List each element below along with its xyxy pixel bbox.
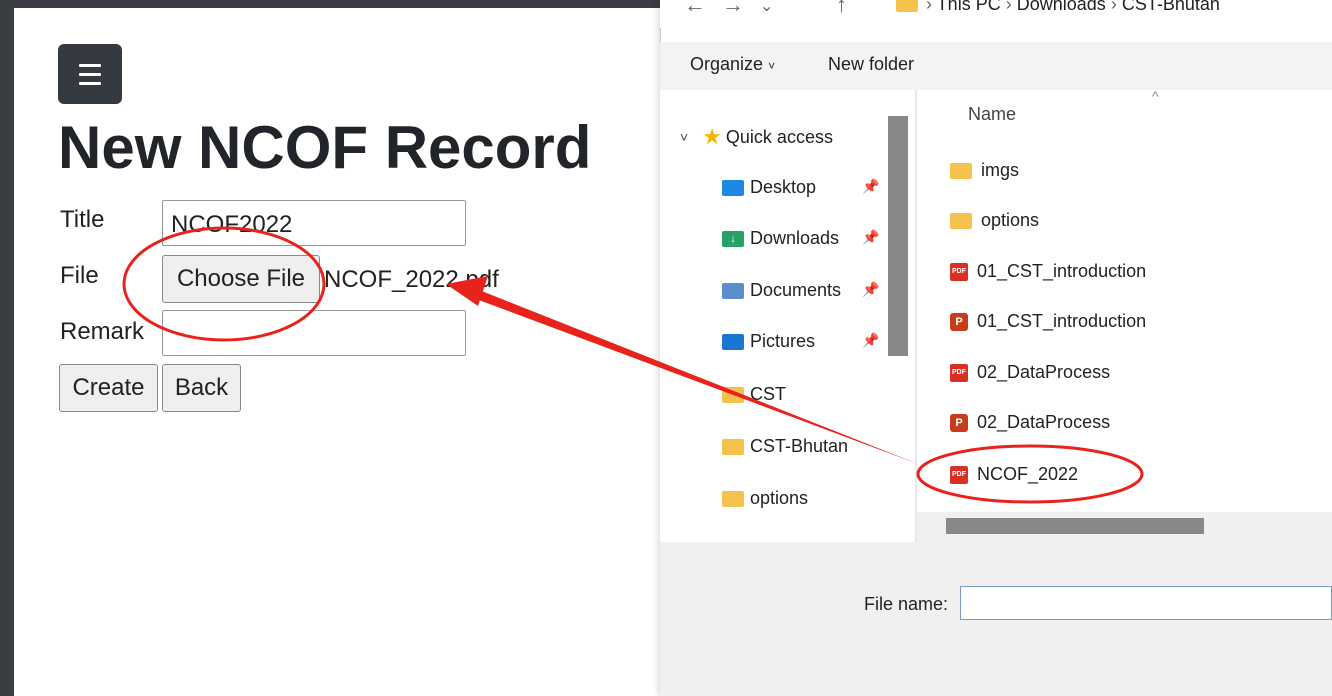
folder-icon: [722, 438, 744, 455]
nav-label: CST: [750, 384, 786, 404]
title-input[interactable]: NCOF2022: [162, 200, 466, 246]
breadcrumb: › This PC › Downloads › CST-Bhutan: [896, 0, 1220, 15]
pin-icon: 📌: [862, 229, 880, 245]
breadcrumb-item[interactable]: CST-Bhutan: [1122, 0, 1220, 14]
menu-toggle-button[interactable]: [58, 44, 122, 104]
pdf-icon: PDF: [950, 363, 968, 382]
navigation-pane: [660, 90, 915, 542]
nav-label: Documents: [750, 280, 842, 300]
pictures-icon: [722, 333, 744, 350]
documents-icon: [722, 282, 744, 299]
file-item[interactable]: PDF 01_CST_introduction: [950, 261, 1146, 282]
hamburger-icon: [79, 61, 101, 88]
folder-icon: [722, 490, 744, 507]
desktop-icon: [722, 179, 744, 196]
file-item-label: options: [981, 210, 1040, 230]
file-name-label: File name:: [864, 594, 949, 614]
column-header-name[interactable]: Name: [968, 104, 1016, 125]
breadcrumb-item[interactable]: This PC: [937, 0, 1001, 14]
organize-menu[interactable]: Organize ˅: [690, 54, 775, 75]
file-item[interactable]: PDF 02_DataProcess: [950, 362, 1110, 383]
back-arrow-icon[interactable]: ←: [684, 0, 706, 18]
forward-arrow-icon[interactable]: →: [722, 0, 744, 18]
file-item-ncof[interactable]: PDF NCOF_2022: [950, 464, 1078, 485]
choose-file-button[interactable]: Choose File: [162, 255, 320, 303]
file-item[interactable]: options: [950, 210, 1039, 231]
expand-chevron-icon: ˅: [680, 129, 689, 145]
file-item-label: NCOF_2022: [977, 464, 1079, 484]
nav-item-documents[interactable]: Documents: [722, 280, 841, 301]
navigation-scrollbar[interactable]: [888, 116, 908, 356]
file-item-label: imgs: [981, 160, 1020, 180]
powerpoint-icon: P: [950, 312, 968, 331]
remark-input[interactable]: [162, 310, 466, 356]
file-item-label: 02_DataProcess: [977, 362, 1111, 382]
nav-quick-access[interactable]: ˅ ★ Quick access: [680, 124, 833, 150]
nav-label: CST-Bhutan: [750, 436, 849, 456]
up-arrow-icon[interactable]: ↑: [836, 0, 847, 18]
downloads-icon: ↓: [722, 230, 744, 247]
nav-item-cst[interactable]: CST: [722, 384, 786, 405]
nav-label: Downloads: [750, 228, 840, 248]
nav-label: Pictures: [750, 331, 816, 351]
pdf-icon: PDF: [950, 262, 968, 281]
sort-caret-icon: ^: [1152, 88, 1159, 104]
breadcrumb-item[interactable]: Downloads: [1017, 0, 1106, 14]
left-border: [0, 0, 14, 696]
back-button[interactable]: Back: [162, 364, 241, 412]
file-item[interactable]: P 01_CST_introduction: [950, 311, 1146, 332]
horizontal-scroll-thumb[interactable]: [946, 518, 1204, 534]
file-item-label: 02_DataProcess: [977, 412, 1111, 432]
folder-icon: [722, 386, 744, 403]
new-folder-button[interactable]: New folder: [828, 54, 914, 75]
title-label: Title: [60, 206, 105, 233]
nav-label: options: [750, 488, 809, 508]
nav-label: Quick access: [725, 126, 833, 147]
file-label: File: [60, 262, 99, 289]
folder-icon: [950, 212, 972, 229]
nav-item-downloads[interactable]: ↓ Downloads: [722, 228, 839, 249]
top-border: [0, 0, 662, 8]
nav-item-desktop[interactable]: Desktop: [722, 177, 816, 198]
remark-label: Remark: [60, 318, 145, 345]
create-button[interactable]: Create: [59, 364, 158, 412]
pin-icon: 📌: [862, 281, 880, 297]
dropdown-icon: ˅: [768, 59, 776, 73]
page-title: New NCOF Record: [58, 114, 592, 181]
pin-icon: 📌: [862, 332, 880, 348]
selected-file-name: NCOF_2022.pdf: [324, 266, 499, 293]
organize-label: Organize: [690, 54, 764, 74]
folder-icon: [950, 162, 972, 179]
folder-icon: [896, 0, 918, 13]
file-item-label: 01_CST_introduction: [977, 311, 1147, 331]
file-item[interactable]: P 02_DataProcess: [950, 412, 1110, 433]
file-item-label: 01_CST_introduction: [977, 261, 1147, 281]
nav-item-options[interactable]: options: [722, 488, 808, 509]
powerpoint-icon: P: [950, 413, 968, 432]
nav-label: Desktop: [750, 177, 817, 197]
recent-chevron-icon[interactable]: ⌄: [760, 0, 773, 16]
star-icon: ★: [702, 124, 722, 149]
file-name-input[interactable]: [960, 586, 1332, 620]
nav-item-pictures[interactable]: Pictures: [722, 331, 815, 352]
file-item[interactable]: imgs: [950, 160, 1019, 181]
nav-item-cst-bhutan[interactable]: CST-Bhutan: [722, 436, 848, 457]
pdf-icon: PDF: [950, 465, 968, 484]
pin-icon: 📌: [862, 178, 880, 194]
